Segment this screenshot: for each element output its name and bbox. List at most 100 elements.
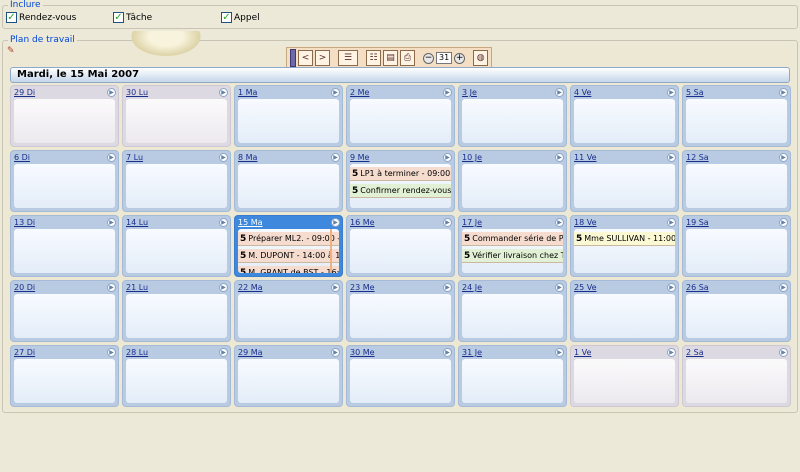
day-body[interactable]	[126, 359, 227, 403]
zoom-out-button[interactable]: −	[423, 52, 434, 64]
next-button[interactable]: >	[315, 50, 330, 66]
day-label-link[interactable]: 24 Je	[459, 281, 566, 294]
day-cell[interactable]: 2 Sa ▶	[682, 345, 791, 407]
day-label-link[interactable]: 21 Lu	[123, 281, 230, 294]
day-body[interactable]	[462, 164, 563, 208]
day-body[interactable]	[238, 294, 339, 338]
day-cell[interactable]: 1 Ve ▶	[570, 345, 679, 407]
print-icon[interactable]: ⎙	[400, 50, 415, 66]
day-cell[interactable]: 25 Ve ▶	[570, 280, 679, 342]
day-cell[interactable]: 1 Ma ▶	[234, 85, 343, 147]
open-day-icon[interactable]: ▶	[107, 218, 116, 227]
day-label-link[interactable]: 4 Ve	[571, 86, 678, 99]
day-label-link[interactable]: 22 Ma	[235, 281, 342, 294]
pencil-icon[interactable]: ✎	[7, 46, 17, 56]
day-cell[interactable]: 22 Ma ▶	[234, 280, 343, 342]
day-cell[interactable]: 30 Lu ▶	[122, 85, 231, 147]
day-cell[interactable]: 27 Di ▶	[10, 345, 119, 407]
day-cell[interactable]: 10 Je ▶	[458, 150, 567, 212]
day-label-link[interactable]: 17 Je	[459, 216, 566, 229]
open-day-icon[interactable]: ▶	[107, 153, 116, 162]
day-cell[interactable]: 12 Sa ▶	[682, 150, 791, 212]
day-label-link[interactable]: 18 Ve	[571, 216, 678, 229]
day-body[interactable]	[350, 99, 451, 143]
open-day-icon[interactable]: ▶	[443, 218, 452, 227]
event-item[interactable]: 5 LP1 à terminer - 09:00 -	[350, 167, 451, 181]
checkbox-rendez-vous[interactable]: ✓ Rendez-vous	[6, 12, 76, 23]
day-body[interactable]: 5 LP1 à terminer - 09:00 - 5 Confirmer rend…	[350, 164, 451, 208]
day-body[interactable]	[462, 99, 563, 143]
day-body[interactable]: 5 Mme SULLIVAN - 11:00	[574, 229, 675, 273]
day-body[interactable]	[126, 164, 227, 208]
open-day-icon[interactable]: ▶	[555, 153, 564, 162]
open-day-icon[interactable]: ▶	[779, 153, 788, 162]
day-body[interactable]	[350, 359, 451, 403]
open-day-icon[interactable]: ▶	[331, 283, 340, 292]
day-cell[interactable]: 8 Ma ▶	[234, 150, 343, 212]
day-label-link[interactable]: 1 Ma	[235, 86, 342, 99]
day-body[interactable]	[574, 164, 675, 208]
open-day-icon[interactable]: ▶	[779, 348, 788, 357]
open-day-icon[interactable]: ▶	[555, 283, 564, 292]
day-cell[interactable]: 19 Sa ▶	[682, 215, 791, 277]
open-day-icon[interactable]: ▶	[219, 218, 228, 227]
day-body[interactable]: 5 Préparer ML2. - 09:00 - 1 5 M. DUPONT - 1…	[238, 229, 339, 273]
open-day-icon[interactable]: ▶	[331, 88, 340, 97]
open-day-icon[interactable]: ▶	[331, 153, 340, 162]
day-label-link[interactable]: 3 Je	[459, 86, 566, 99]
open-day-icon[interactable]: ▶	[667, 283, 676, 292]
open-day-icon[interactable]: ▶	[779, 218, 788, 227]
day-label-link[interactable]: 1 Ve	[571, 346, 678, 359]
open-day-icon[interactable]: ▶	[107, 348, 116, 357]
day-cell[interactable]: 18 Ve ▶ 5 Mme SULLIVAN - 11:00	[570, 215, 679, 277]
day-body[interactable]	[126, 229, 227, 273]
day-cell[interactable]: 7 Lu ▶	[122, 150, 231, 212]
day-label-link[interactable]: 19 Sa	[683, 216, 790, 229]
open-day-icon[interactable]: ▶	[555, 348, 564, 357]
day-body[interactable]	[350, 294, 451, 338]
day-body[interactable]	[14, 359, 115, 403]
open-day-icon[interactable]: ▶	[555, 88, 564, 97]
event-item[interactable]: 5 Mme SULLIVAN - 11:00	[574, 232, 675, 246]
open-day-icon[interactable]: ▶	[667, 348, 676, 357]
day-label-link[interactable]: 29 Di	[11, 86, 118, 99]
day-body[interactable]	[350, 229, 451, 273]
day-body[interactable]	[574, 294, 675, 338]
day-label-link[interactable]: 14 Lu	[123, 216, 230, 229]
week-view-icon[interactable]: ▤	[383, 50, 398, 66]
day-cell[interactable]: 14 Lu ▶	[122, 215, 231, 277]
day-label-link[interactable]: 25 Ve	[571, 281, 678, 294]
day-label-link[interactable]: 23 Me	[347, 281, 454, 294]
day-cell[interactable]: 2 Me ▶	[346, 85, 455, 147]
day-body[interactable]	[14, 164, 115, 208]
day-body[interactable]	[574, 99, 675, 143]
day-body[interactable]	[686, 294, 787, 338]
day-cell[interactable]: 11 Ve ▶	[570, 150, 679, 212]
day-body[interactable]	[462, 294, 563, 338]
event-item[interactable]: 5 Vérifier livraison chez T1	[462, 249, 563, 263]
day-label-link[interactable]: 9 Me	[347, 151, 454, 164]
day-body[interactable]	[686, 99, 787, 143]
day-label-link[interactable]: 29 Ma	[235, 346, 342, 359]
day-body[interactable]	[686, 164, 787, 208]
day-label-link[interactable]: 26 Sa	[683, 281, 790, 294]
event-item[interactable]: 5Confirmer rendez-vous de	[350, 184, 451, 198]
day-body[interactable]	[462, 359, 563, 403]
globe-icon[interactable]: ◍	[473, 50, 489, 66]
event-item[interactable]: 5 M. GRANT de BST - 16:0	[238, 266, 339, 273]
day-cell[interactable]: 20 Di ▶	[10, 280, 119, 342]
day-body[interactable]	[686, 229, 787, 273]
day-label-link[interactable]: 31 Je	[459, 346, 566, 359]
zoom-in-button[interactable]: +	[454, 52, 466, 64]
open-day-icon[interactable]: ▶	[331, 218, 340, 227]
day-cell[interactable]: 21 Lu ▶	[122, 280, 231, 342]
open-day-icon[interactable]: ▶	[443, 348, 452, 357]
day-cell[interactable]: 23 Me ▶	[346, 280, 455, 342]
day-cell[interactable]: 26 Sa ▶	[682, 280, 791, 342]
day-label-link[interactable]: 11 Ve	[571, 151, 678, 164]
checkbox-tache[interactable]: ✓ Tâche	[113, 12, 152, 23]
day-cell[interactable]: 4 Ve ▶	[570, 85, 679, 147]
event-item[interactable]: 5 Commander série de PL	[462, 232, 563, 246]
day-cell[interactable]: 29 Di ▶	[10, 85, 119, 147]
checkbox-appel[interactable]: ✓ Appel	[221, 12, 260, 23]
